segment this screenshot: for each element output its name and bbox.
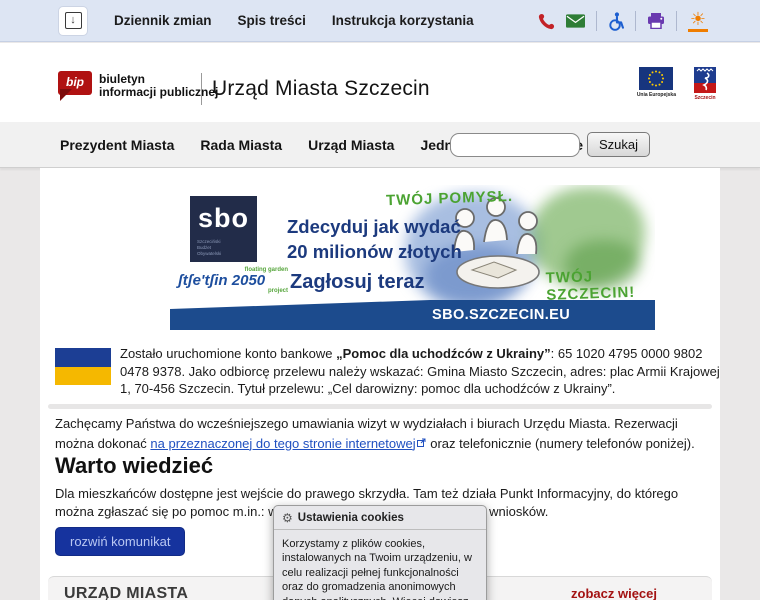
szczecin-crest-icon — [694, 67, 716, 93]
search-input[interactable] — [449, 132, 580, 157]
utility-icons: ☀ — [538, 0, 708, 42]
banner-url[interactable]: SBO.SZCZECIN.EU — [432, 307, 570, 323]
ukraine-flag-icon — [55, 348, 111, 385]
expand-message-button[interactable]: rozwiń komunikat — [55, 527, 186, 556]
site-header: bip biuletyn informacji publicznej Urząd… — [0, 43, 760, 122]
phone-icon[interactable] — [538, 13, 555, 30]
see-more-link[interactable]: zobacz więcej — [571, 586, 657, 600]
contrast-icon[interactable]: ☀ — [687, 9, 708, 32]
page-title: Urząd Miasta Szczecin — [212, 77, 430, 100]
top-utility-bar: ↓ Dziennik zmian Spis treści Instrukcja … — [0, 0, 760, 42]
cookie-popup-title: Ustawienia cookies — [297, 511, 404, 524]
nav-rada-miasta[interactable]: Rada Miasta — [200, 137, 282, 153]
visit-reservation-text: Zachęcamy Państwa do wcześniejszego umaw… — [55, 416, 695, 453]
sun-glyph: ☀ — [689, 9, 706, 29]
eu-flag-logo: Unia Europejska — [637, 67, 676, 101]
header-separator — [201, 73, 202, 105]
link-spis-tresci[interactable]: Spis treści — [238, 13, 306, 28]
link-dziennik-zmian[interactable]: Dziennik zmian — [114, 13, 212, 28]
icon-separator — [634, 11, 636, 31]
down-arrow-icon: ↓ — [64, 12, 82, 29]
banner-url-band: SBO.SZCZECIN.EU — [170, 300, 655, 330]
sbo-logo: sbo Szczeciński Budżet Obywatelski — [190, 196, 257, 262]
main-navigation: Prezydent Miasta Rada Miasta Urząd Miast… — [0, 122, 760, 168]
banner-headline: Zdecyduj jak wydać 20 milionów złotych — [287, 216, 462, 262]
cookie-settings-popup: ⚙ Ustawienia cookies Korzystamy z plików… — [273, 505, 487, 600]
banner-cta-text[interactable]: Zagłosuj teraz — [290, 271, 424, 294]
cookie-popup-header[interactable]: ⚙ Ustawienia cookies — [274, 506, 486, 530]
printer-icon[interactable] — [647, 13, 665, 29]
eu-flag-icon — [639, 67, 674, 90]
reservation-link[interactable]: na przeznaczonej do tego stronie interne… — [150, 436, 415, 451]
accessibility-icon[interactable] — [608, 11, 624, 31]
section-divider — [48, 404, 712, 409]
nav-prezydent-miasta[interactable]: Prezydent Miasta — [60, 137, 174, 153]
external-link-icon — [416, 434, 426, 453]
bip-bubble-icon: bip — [58, 71, 92, 101]
szczecin-logo-label: Szczecin — [694, 95, 716, 101]
ukraine-aid-notice: Zostało uruchomione konto bankowe „Pomoc… — [120, 346, 720, 396]
page: ↓ Dziennik zmian Spis treści Instrukcja … — [0, 0, 760, 600]
sbo-banner[interactable]: sbo Szczeciński Budżet Obywatelski float… — [170, 185, 655, 330]
email-icon[interactable] — [565, 14, 585, 28]
szczecin-2050-logo: floating garden ʃtʃe'tʃin 2050 project — [178, 267, 288, 294]
gear-icon: ⚙ — [282, 510, 293, 525]
szczecin-logo: Szczecin — [694, 67, 716, 101]
section-title-urzad-miasta: URZĄD MIASTA — [64, 585, 189, 600]
link-instrukcja[interactable]: Instrukcja korzystania — [332, 13, 474, 28]
nav-urzad-miasta[interactable]: Urząd Miasta — [308, 137, 394, 153]
cookie-popup-body: Korzystamy z plików cookies, instalowany… — [282, 538, 472, 600]
banner-tagline-2: TWÓJ SZCZECIN! — [545, 268, 636, 304]
eu-flag-label: Unia Europejska — [636, 92, 676, 98]
icon-separator — [675, 11, 677, 31]
search-area: Szukaj — [449, 132, 650, 157]
icon-separator — [595, 11, 597, 31]
bip-logo[interactable]: bip biuletyn informacji publicznej — [58, 71, 218, 101]
header-logos: Unia Europejska Szczecin — [637, 67, 716, 101]
bip-bubble-text: bip — [66, 75, 84, 89]
ukraine-aid-bold: „Pomoc dla uchodźców z Ukrainy” — [336, 346, 551, 361]
section-title-warto-wiedziec: Warto wiedzieć — [55, 453, 214, 478]
skip-to-content-button[interactable]: ↓ — [58, 5, 88, 36]
search-button[interactable]: Szukaj — [586, 132, 650, 157]
